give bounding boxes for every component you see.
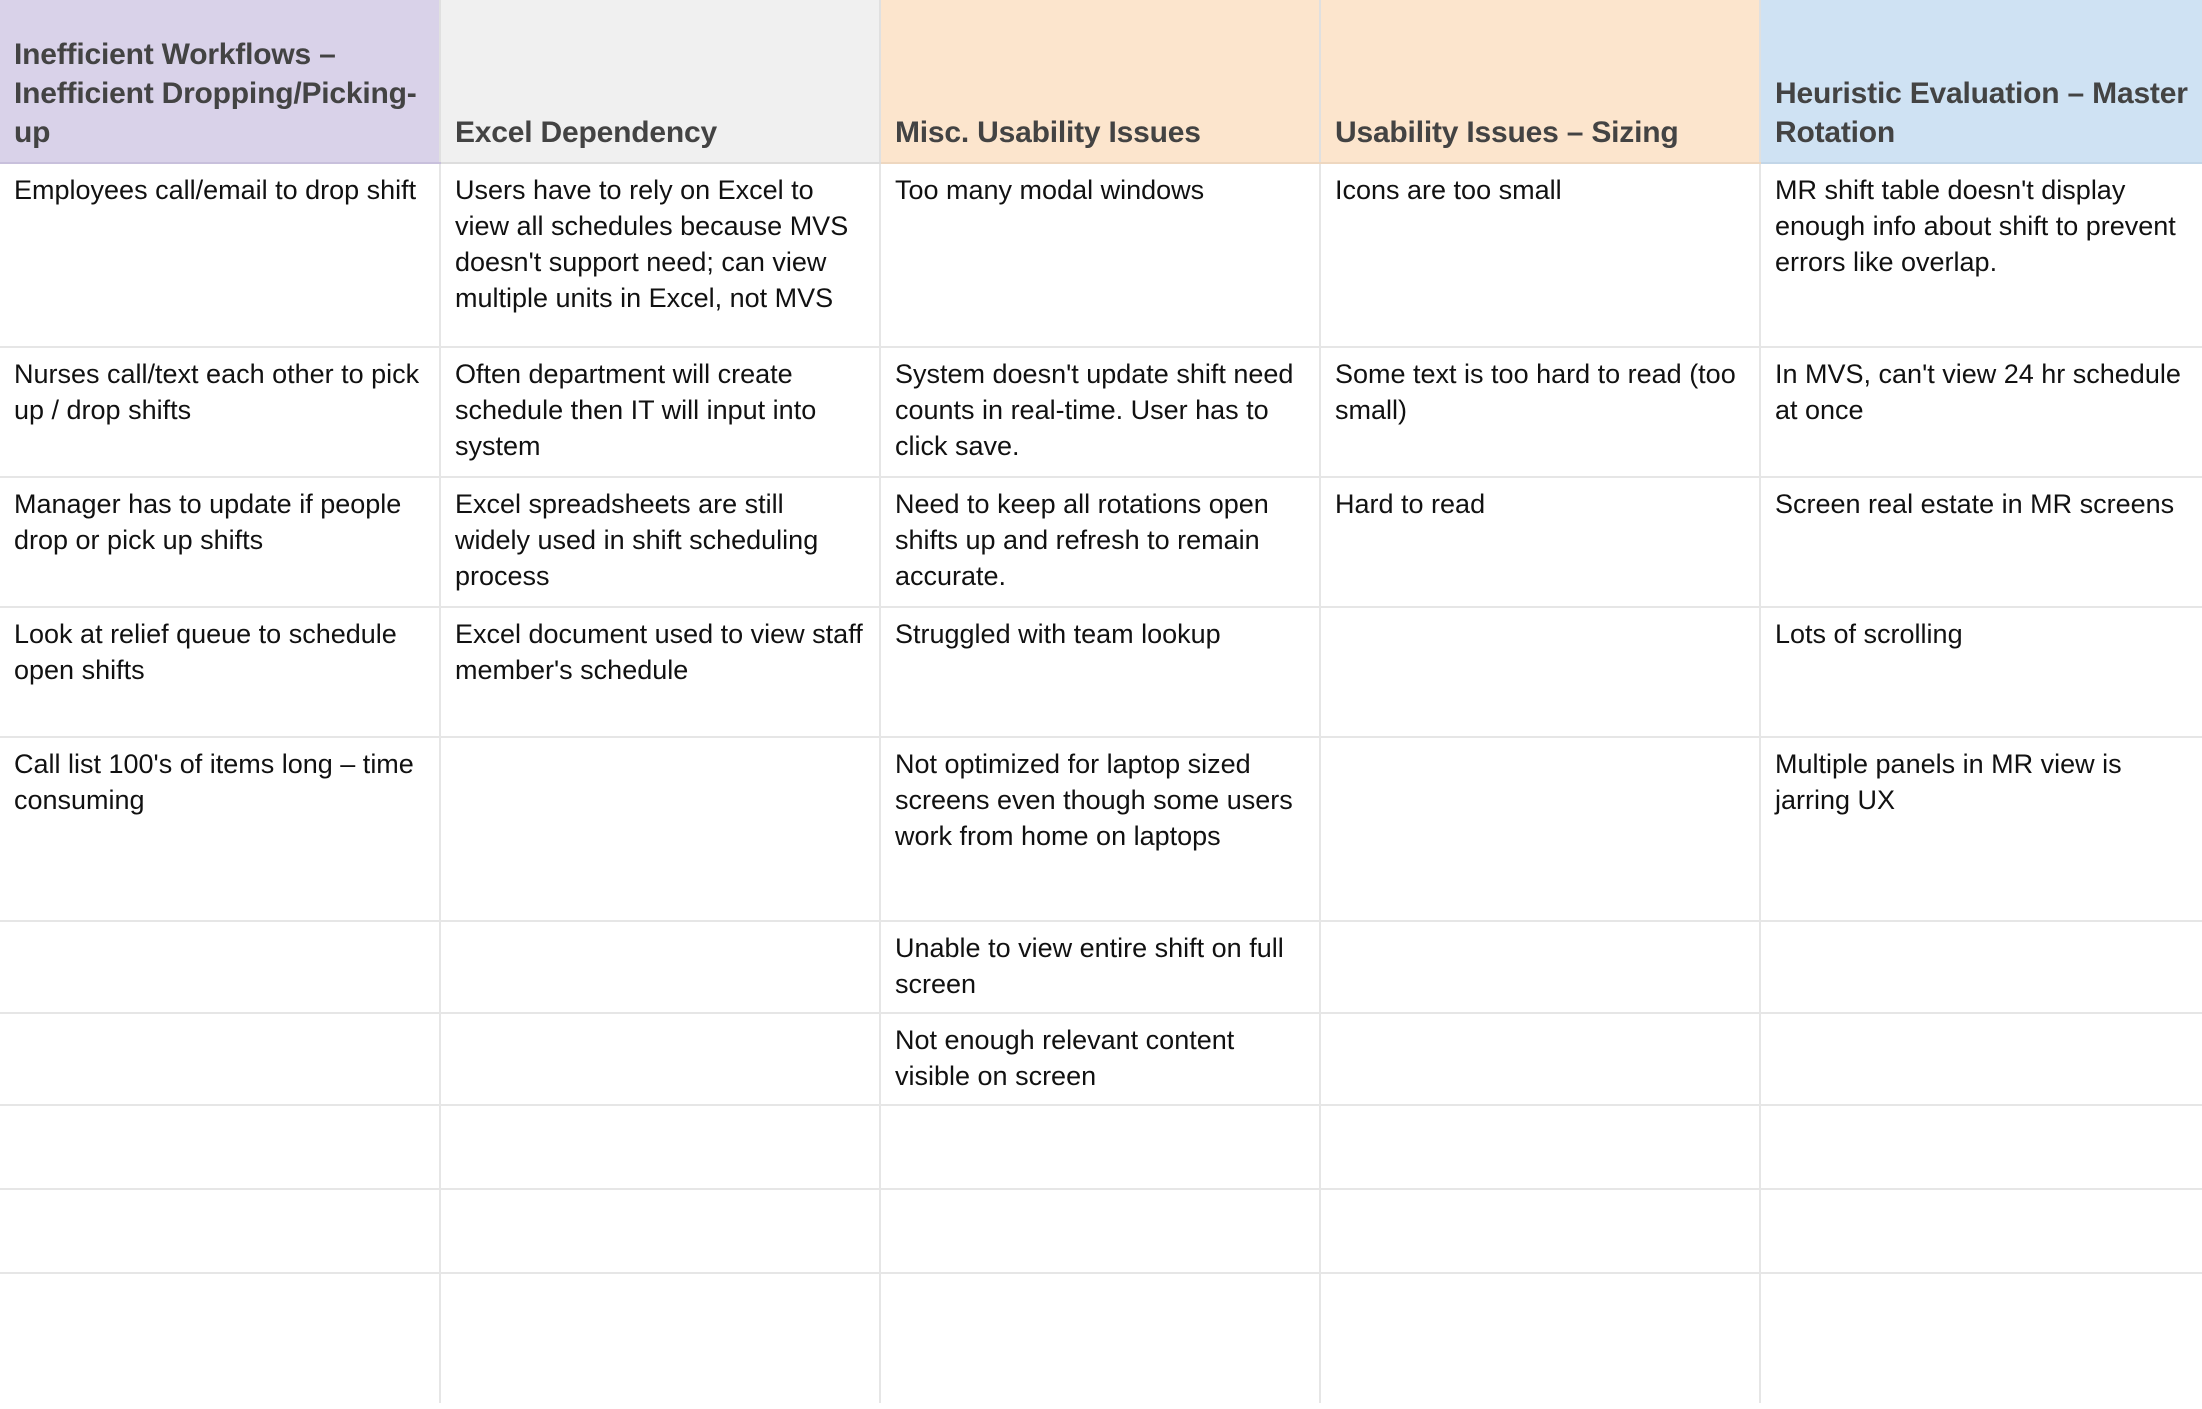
table-row: Manager has to update if people drop or … [0,477,2202,608]
cell[interactable]: Not optimized for laptop sized screens e… [880,737,1321,922]
cell[interactable]: Need to keep all rotations open shifts u… [880,477,1321,608]
cell[interactable] [1760,921,2202,1014]
cell[interactable] [1320,921,1761,1014]
table-header: Inefficient Workflows – Inefficient Drop… [0,0,2202,164]
cell[interactable] [1320,1104,1761,1190]
cell[interactable]: Nurses call/text each other to pick up /… [0,347,441,478]
cell[interactable] [440,1104,881,1190]
table-body: Employees call/email to drop shift Users… [0,163,2202,1403]
cell[interactable]: In MVS, can't view 24 hr schedule at onc… [1760,347,2202,478]
table-row: Nurses call/text each other to pick up /… [0,347,2202,478]
cell[interactable]: Icons are too small [1320,163,1761,348]
cell[interactable]: Struggled with team lookup [880,607,1321,738]
cell[interactable] [1320,607,1761,738]
cell[interactable]: Call list 100's of items long – time con… [0,737,441,922]
cell[interactable] [0,1188,441,1274]
table-row: Employees call/email to drop shift Users… [0,163,2202,348]
table-row [0,1104,2202,1190]
cell[interactable] [1760,1012,2202,1106]
cell[interactable]: Excel spreadsheets are still widely used… [440,477,881,608]
cell[interactable] [880,1272,1321,1403]
cell[interactable] [880,1104,1321,1190]
cell[interactable] [1320,1188,1761,1274]
cell[interactable]: Look at relief queue to schedule open sh… [0,607,441,738]
cell[interactable] [0,921,441,1014]
cell[interactable] [440,737,881,922]
cell[interactable]: Often department will create schedule th… [440,347,881,478]
cell[interactable] [1760,1188,2202,1274]
cell[interactable] [0,1012,441,1106]
column-header-heuristic-evaluation-master-rotation[interactable]: Heuristic Evaluation – Master Rotation [1760,0,2202,164]
cell[interactable]: Excel document used to view staff member… [440,607,881,738]
cell[interactable]: Lots of scrolling [1760,607,2202,738]
table-row: Unable to view entire shift on full scre… [0,921,2202,1014]
header-row: Inefficient Workflows – Inefficient Drop… [0,0,2202,164]
cell[interactable] [0,1104,441,1190]
table-row: Not enough relevant content visible on s… [0,1012,2202,1106]
cell[interactable]: Hard to read [1320,477,1761,608]
table-row: Call list 100's of items long – time con… [0,737,2202,922]
cell[interactable]: Users have to rely on Excel to view all … [440,163,881,348]
cell[interactable]: Multiple panels in MR view is jarring UX [1760,737,2202,922]
table-row [0,1272,2202,1403]
affinity-table: Inefficient Workflows – Inefficient Drop… [0,0,2202,1403]
cell[interactable] [440,1188,881,1274]
cell[interactable] [440,1012,881,1106]
cell[interactable]: Screen real estate in MR screens [1760,477,2202,608]
column-header-misc-usability-issues[interactable]: Misc. Usability Issues [880,0,1321,164]
cell[interactable]: Manager has to update if people drop or … [0,477,441,608]
table-row: Look at relief queue to schedule open sh… [0,607,2202,738]
table-row [0,1188,2202,1274]
cell[interactable]: System doesn't update shift need counts … [880,347,1321,478]
cell[interactable] [1320,737,1761,922]
cell[interactable]: Unable to view entire shift on full scre… [880,921,1321,1014]
cell[interactable]: Not enough relevant content visible on s… [880,1012,1321,1106]
cell[interactable]: Too many modal windows [880,163,1321,348]
cell[interactable] [440,921,881,1014]
cell[interactable] [1760,1272,2202,1403]
cell[interactable] [0,1272,441,1403]
cell[interactable] [1320,1012,1761,1106]
spreadsheet-canvas: Inefficient Workflows – Inefficient Drop… [0,0,2202,1409]
cell[interactable]: Employees call/email to drop shift [0,163,441,348]
cell[interactable] [1760,1104,2202,1190]
cell[interactable] [1320,1272,1761,1403]
column-header-excel-dependency[interactable]: Excel Dependency [440,0,881,164]
column-header-inefficient-workflows[interactable]: Inefficient Workflows – Inefficient Drop… [0,0,441,164]
cell[interactable]: MR shift table doesn't display enough in… [1760,163,2202,348]
cell[interactable] [440,1272,881,1403]
column-header-usability-issues-sizing[interactable]: Usability Issues – Sizing [1320,0,1761,164]
cell[interactable] [880,1188,1321,1274]
cell[interactable]: Some text is too hard to read (too small… [1320,347,1761,478]
